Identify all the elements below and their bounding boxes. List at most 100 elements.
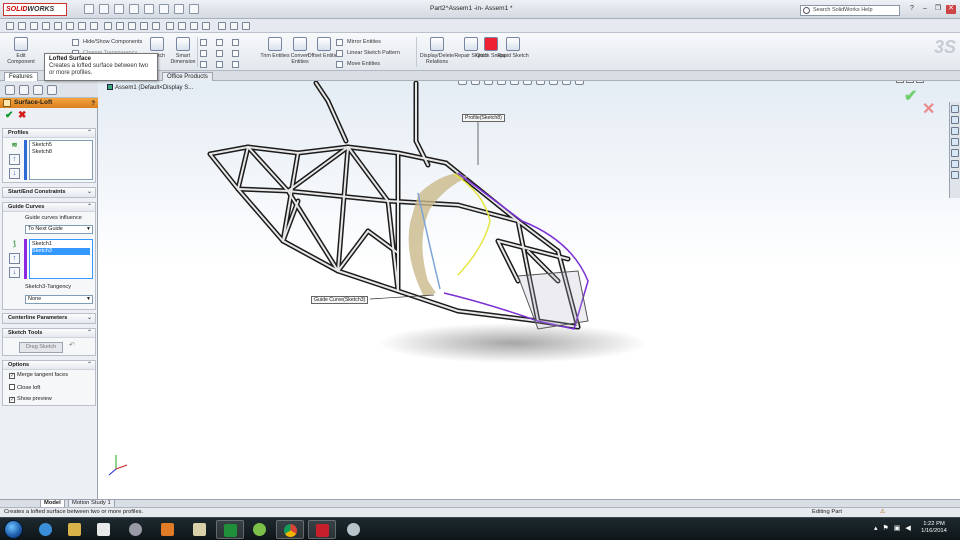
arc-dropdown[interactable] bbox=[232, 38, 243, 47]
taskbar-matlab[interactable] bbox=[154, 520, 182, 539]
help-icon[interactable]: ? bbox=[907, 5, 917, 14]
circle-dropdown[interactable] bbox=[216, 38, 227, 47]
trim-tool-icon[interactable] bbox=[152, 22, 160, 30]
chamfer-tool-icon[interactable] bbox=[116, 22, 124, 30]
rebuild-status-icon[interactable]: ⚠ bbox=[880, 508, 885, 517]
taskbar-solidworks[interactable] bbox=[308, 520, 336, 539]
profiles-group-header[interactable]: Profiles ⌃ bbox=[3, 129, 95, 138]
dimension-tool-icon[interactable] bbox=[218, 22, 226, 30]
ok-button[interactable]: ✔ bbox=[5, 110, 13, 122]
smart-dimension-button[interactable]: Smart Dimension bbox=[166, 36, 200, 68]
sketch-tools-group-header[interactable]: Sketch Tools ⌃ bbox=[3, 329, 95, 338]
rectangle-tool-icon[interactable] bbox=[18, 22, 26, 30]
tray-expand-icon[interactable]: ▴ bbox=[874, 524, 878, 532]
text-tool-icon[interactable] bbox=[90, 22, 98, 30]
graphics-area[interactable]: Assem1 (Default<Display S... ✔ ✕ Profile… bbox=[98, 81, 960, 499]
ellipse-dropdown[interactable] bbox=[216, 60, 227, 69]
circle-tool-icon[interactable] bbox=[30, 22, 38, 30]
profile-callout[interactable]: Profile(Sketch8) bbox=[462, 114, 505, 122]
open-icon[interactable] bbox=[99, 4, 109, 14]
move-entities-button[interactable]: Move Entities bbox=[336, 60, 380, 69]
taskbar-clock[interactable]: 1:22 PM 1/16/2014 bbox=[912, 521, 956, 535]
help-search-input[interactable]: Search SolidWorks Help bbox=[800, 5, 900, 16]
pattern-tool-icon[interactable] bbox=[190, 22, 198, 30]
configuration-manager-icon[interactable] bbox=[33, 85, 43, 95]
spline-tool-icon[interactable] bbox=[54, 22, 62, 30]
centerline-tool-icon[interactable] bbox=[78, 22, 86, 30]
polygon-dropdown[interactable] bbox=[200, 60, 211, 69]
drag-sketch-button[interactable]: Drag Sketch bbox=[19, 342, 63, 353]
close-loft-checkbox[interactable]: Close loft bbox=[9, 384, 40, 392]
select-icon[interactable] bbox=[159, 4, 169, 14]
spline-dropdown[interactable] bbox=[232, 49, 243, 58]
undo-icon[interactable] bbox=[144, 4, 154, 14]
hide-show-components-button[interactable]: Hide/Show Components bbox=[72, 38, 142, 47]
restore-icon[interactable]: ❐ bbox=[933, 5, 943, 14]
list-item[interactable]: Sketch1 bbox=[32, 241, 90, 248]
taskbar-spotify[interactable] bbox=[246, 520, 274, 539]
display-manager-icon[interactable] bbox=[47, 85, 57, 95]
save-icon[interactable] bbox=[114, 4, 124, 14]
start-button[interactable] bbox=[4, 520, 23, 539]
line-dropdown[interactable] bbox=[200, 38, 211, 47]
taskbar-excel[interactable] bbox=[216, 520, 244, 539]
mirror-entities-button[interactable]: Mirror Entities bbox=[336, 38, 381, 47]
taskbar-explorer[interactable] bbox=[61, 520, 89, 539]
rapid-sketch-button[interactable]: Rapid Sketch bbox=[496, 36, 530, 68]
merge-tangent-checkbox[interactable]: ✓ Merge tangent faces bbox=[9, 372, 68, 379]
solidworks-logo[interactable]: SOLIDWORKS bbox=[3, 3, 67, 16]
list-item[interactable]: Sketch3 bbox=[32, 248, 90, 255]
list-item[interactable]: Sketch8 bbox=[32, 149, 90, 156]
feature-manager-icon[interactable] bbox=[5, 85, 15, 95]
point-tool-icon[interactable] bbox=[66, 22, 74, 30]
frame-model-view[interactable] bbox=[98, 81, 960, 499]
list-item[interactable]: Sketch5 bbox=[32, 142, 90, 149]
text-dropdown[interactable] bbox=[232, 60, 243, 69]
close-icon[interactable]: ✕ bbox=[946, 5, 956, 14]
pm-help-icon[interactable]: ? bbox=[91, 99, 95, 109]
property-manager-icon[interactable] bbox=[19, 85, 29, 95]
tangency-dropdown[interactable]: None ▼ bbox=[25, 295, 93, 304]
network-icon[interactable]: ▣ bbox=[894, 524, 901, 532]
mirror-tool-icon[interactable] bbox=[140, 22, 148, 30]
rectangle-dropdown[interactable] bbox=[200, 49, 211, 58]
taskbar-ie[interactable] bbox=[32, 520, 60, 539]
fillet-tool-icon[interactable] bbox=[104, 22, 112, 30]
minimize-icon[interactable]: – bbox=[920, 5, 930, 14]
arc-tool-icon[interactable] bbox=[42, 22, 50, 30]
options-icon[interactable] bbox=[189, 4, 199, 14]
move-down-button[interactable]: ↓ bbox=[9, 168, 20, 179]
taskbar-app11[interactable] bbox=[340, 520, 368, 539]
split-tool-icon[interactable] bbox=[178, 22, 186, 30]
guide-curves-listbox[interactable]: Sketch1 Sketch3 bbox=[29, 239, 93, 279]
cancel-button[interactable]: ✖ bbox=[18, 110, 26, 122]
rebuild-icon[interactable] bbox=[174, 4, 184, 14]
guide-curves-group-header[interactable]: Guide Curves ⌃ bbox=[3, 203, 95, 212]
tab-features[interactable]: Features bbox=[4, 72, 38, 81]
new-document-icon[interactable] bbox=[84, 4, 94, 14]
display-delete-relations-button[interactable]: Display/Delete Relations bbox=[418, 36, 456, 68]
taskbar-app4[interactable] bbox=[122, 520, 150, 539]
show-preview-checkbox[interactable]: ✓ Show preview bbox=[9, 396, 52, 403]
taskbar-app6[interactable] bbox=[186, 520, 214, 539]
volume-icon[interactable]: ◀ bbox=[905, 524, 910, 532]
slot-dropdown[interactable] bbox=[216, 49, 227, 58]
snap-tool-icon[interactable] bbox=[242, 22, 250, 30]
edit-component-button[interactable]: Edit Component bbox=[4, 36, 38, 68]
grid-tool-icon[interactable] bbox=[230, 22, 238, 30]
linear-sketch-pattern-button[interactable]: Linear Sketch Pattern bbox=[336, 49, 400, 58]
print-icon[interactable] bbox=[129, 4, 139, 14]
start-end-group-header[interactable]: Start/End Constraints ⌄ bbox=[3, 188, 95, 197]
relations-tool-icon[interactable] bbox=[202, 22, 210, 30]
action-center-icon[interactable]: ⚑ bbox=[883, 524, 889, 532]
guide-influence-dropdown[interactable]: To Next Guide ▼ bbox=[25, 225, 93, 234]
move-up-button[interactable]: ↑ bbox=[9, 154, 20, 165]
taskbar-chrome[interactable] bbox=[276, 520, 304, 539]
guide-curve-callout[interactable]: Guide Curve(Sketch3) bbox=[311, 296, 369, 304]
line-tool-icon[interactable] bbox=[6, 22, 14, 30]
offset-tool-icon[interactable] bbox=[128, 22, 136, 30]
guide-move-down-button[interactable]: ↓ bbox=[9, 267, 20, 278]
options-group-header[interactable]: Options ⌃ bbox=[3, 361, 95, 370]
extend-tool-icon[interactable] bbox=[166, 22, 174, 30]
profiles-listbox[interactable]: Sketch5 Sketch8 bbox=[29, 140, 93, 180]
